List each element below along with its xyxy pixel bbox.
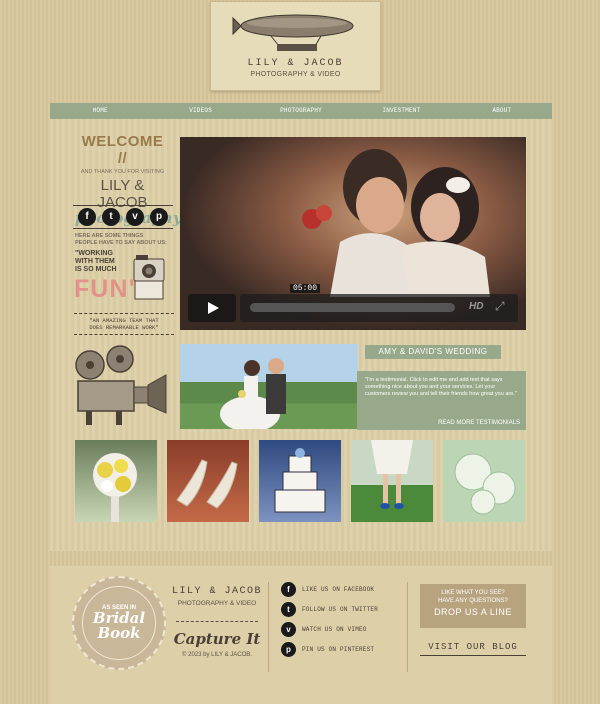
pinterest-icon: p: [281, 641, 296, 657]
wedding-title[interactable]: AMY & DAVID'S WEDDING: [365, 345, 501, 359]
thumb-legs[interactable]: [351, 440, 433, 522]
testimonial-text: "I'm a testimonial. Click to edit me and…: [365, 377, 517, 397]
things-line2: PEOPLE HAVE TO SAY ABOUT US:: [75, 240, 167, 246]
nav-about[interactable]: ABOUT: [452, 103, 552, 119]
quote-working: "WORKING WITH THEM IS SO MUCH: [75, 250, 117, 274]
follow-vimeo-label: WATCH US ON VIMEO: [302, 625, 367, 633]
read-more-link[interactable]: READ MORE TESTIMONIALS: [438, 420, 520, 427]
pinterest-icon[interactable]: p: [150, 208, 168, 226]
thumb-lace[interactable]: [443, 440, 525, 522]
hd-label[interactable]: HD: [469, 301, 483, 312]
follow-pinterest-label: PIN US ON PINTEREST: [302, 645, 375, 653]
things-line1: HERE ARE SOME THINGS: [75, 233, 144, 239]
brand-tagline: PHOTOGRAPHY & VIDEO: [250, 71, 341, 78]
video-controls: 05:00 HD ⤢: [188, 284, 518, 322]
nav-videos[interactable]: VIDEOS: [150, 103, 250, 119]
follow-facebook-label: LIKE US ON FACEBOOK: [302, 585, 375, 593]
legs-image: [371, 440, 413, 509]
footer-vdivider-2: [407, 582, 408, 672]
twitter-icon[interactable]: t: [102, 208, 120, 226]
contact-question-2: HAVE ANY QUESTIONS?: [438, 598, 508, 604]
footer-brand-sub: PHOTOGRAPHY & VIDEO: [177, 600, 257, 607]
brand-name: LILY & JACOB: [247, 58, 344, 69]
team-line2: DOES REMARKABLE WORK": [89, 324, 159, 331]
twitter-icon: t: [281, 601, 296, 617]
nav-home[interactable]: HOME: [50, 103, 150, 119]
bouquet-image: [93, 453, 137, 522]
progress-bar[interactable]: [250, 303, 455, 312]
footer-brand-name: LILY & JACOB: [171, 586, 262, 597]
main-panel: HOME VIDEOS PHOTOGRAPHY INVESTMENT ABOUT…: [50, 103, 552, 551]
follow-facebook[interactable]: f LIKE US ON FACEBOOK: [281, 581, 378, 597]
team-line1: "AN AMAZING TEAM THAT: [89, 317, 159, 324]
footer: AS SEEN IN Bridal Book LILY & JACOB PHOT…: [50, 566, 552, 704]
main-nav: HOME VIDEOS PHOTOGRAPHY INVESTMENT ABOUT: [50, 103, 552, 119]
follow-list: f LIKE US ON FACEBOOK t FOLLOW US ON TWI…: [281, 581, 378, 661]
couple-photo: [302, 149, 490, 297]
welcome-thanks: AND THANK YOU FOR VISITING: [80, 169, 165, 175]
vimeo-icon: v: [281, 621, 296, 637]
facebook-icon[interactable]: f: [78, 208, 96, 226]
logo-card[interactable]: LILY & JACOB PHOTOGRAPHY & VIDEO: [210, 1, 381, 91]
quote-line2: WITH THEM: [75, 258, 115, 265]
nav-investment[interactable]: INVESTMENT: [351, 103, 451, 119]
lace-image: [454, 453, 516, 515]
thumb-cake[interactable]: [259, 440, 341, 522]
cake-image: [274, 448, 326, 513]
quote-line1: "WORKING: [75, 250, 113, 257]
drop-us-a-line-button[interactable]: LIKE WHAT YOU SEE? HAVE ANY QUESTIONS? D…: [420, 584, 526, 628]
facebook-icon: f: [281, 581, 296, 597]
testimonial-box: "I'm a testimonial. Click to edit me and…: [357, 371, 526, 430]
badge-line2: Book: [97, 624, 141, 642]
footer-divider: [176, 621, 258, 622]
follow-twitter-label: FOLLOW US ON TWITTER: [302, 605, 379, 613]
copyright: © 2023 by LILY & JACOB.: [182, 652, 252, 658]
shoes-image: [176, 459, 238, 509]
instant-camera-icon: [133, 255, 165, 300]
testimonial-intro: HERE ARE SOME THINGS PEOPLE HAVE TO SAY …: [75, 233, 170, 247]
badge-inner: AS SEEN IN Bridal Book: [82, 586, 156, 660]
video-track: 05:00 HD ⤢: [240, 284, 518, 322]
film-projector-icon: [75, 345, 167, 425]
social-row: f t v p: [73, 205, 173, 229]
follow-vimeo[interactable]: v WATCH US ON VIMEO: [281, 621, 378, 637]
fullscreen-icon[interactable]: ⤢: [495, 299, 505, 314]
thumbnail-strip: [75, 440, 525, 522]
nav-photography[interactable]: PHOTOGRAPHY: [251, 103, 351, 119]
thumb-shoes[interactable]: [167, 440, 249, 522]
contact-cta: DROP US A LINE: [434, 607, 512, 617]
wedding-photo[interactable]: [180, 344, 358, 429]
wedding-couple-image: [220, 358, 286, 429]
video-time: 05:00: [290, 284, 321, 293]
thumb-bouquet[interactable]: [75, 440, 157, 522]
bridal-book-badge[interactable]: AS SEEN IN Bridal Book: [72, 576, 166, 670]
welcome-title: WELCOME //: [81, 133, 164, 167]
hero-video[interactable]: 05:00 HD ⤢: [180, 137, 526, 330]
play-button[interactable]: [188, 294, 236, 322]
follow-twitter[interactable]: t FOLLOW US ON TWITTER: [281, 601, 378, 617]
vimeo-icon[interactable]: v: [126, 208, 144, 226]
contact-question-1: LIKE WHAT YOU SEE?: [441, 590, 505, 596]
capture-it-logo: Capture It: [173, 630, 261, 648]
airship-icon: [232, 14, 354, 51]
visit-blog-link[interactable]: VISIT OUR BLOG: [420, 642, 526, 656]
team-quote: "AN AMAZING TEAM THAT DOES REMARKABLE WO…: [74, 313, 174, 335]
footer-vdivider-1: [268, 582, 269, 672]
follow-pinterest[interactable]: p PIN US ON PINTEREST: [281, 641, 378, 657]
quote-line3: IS SO MUCH: [75, 266, 117, 273]
